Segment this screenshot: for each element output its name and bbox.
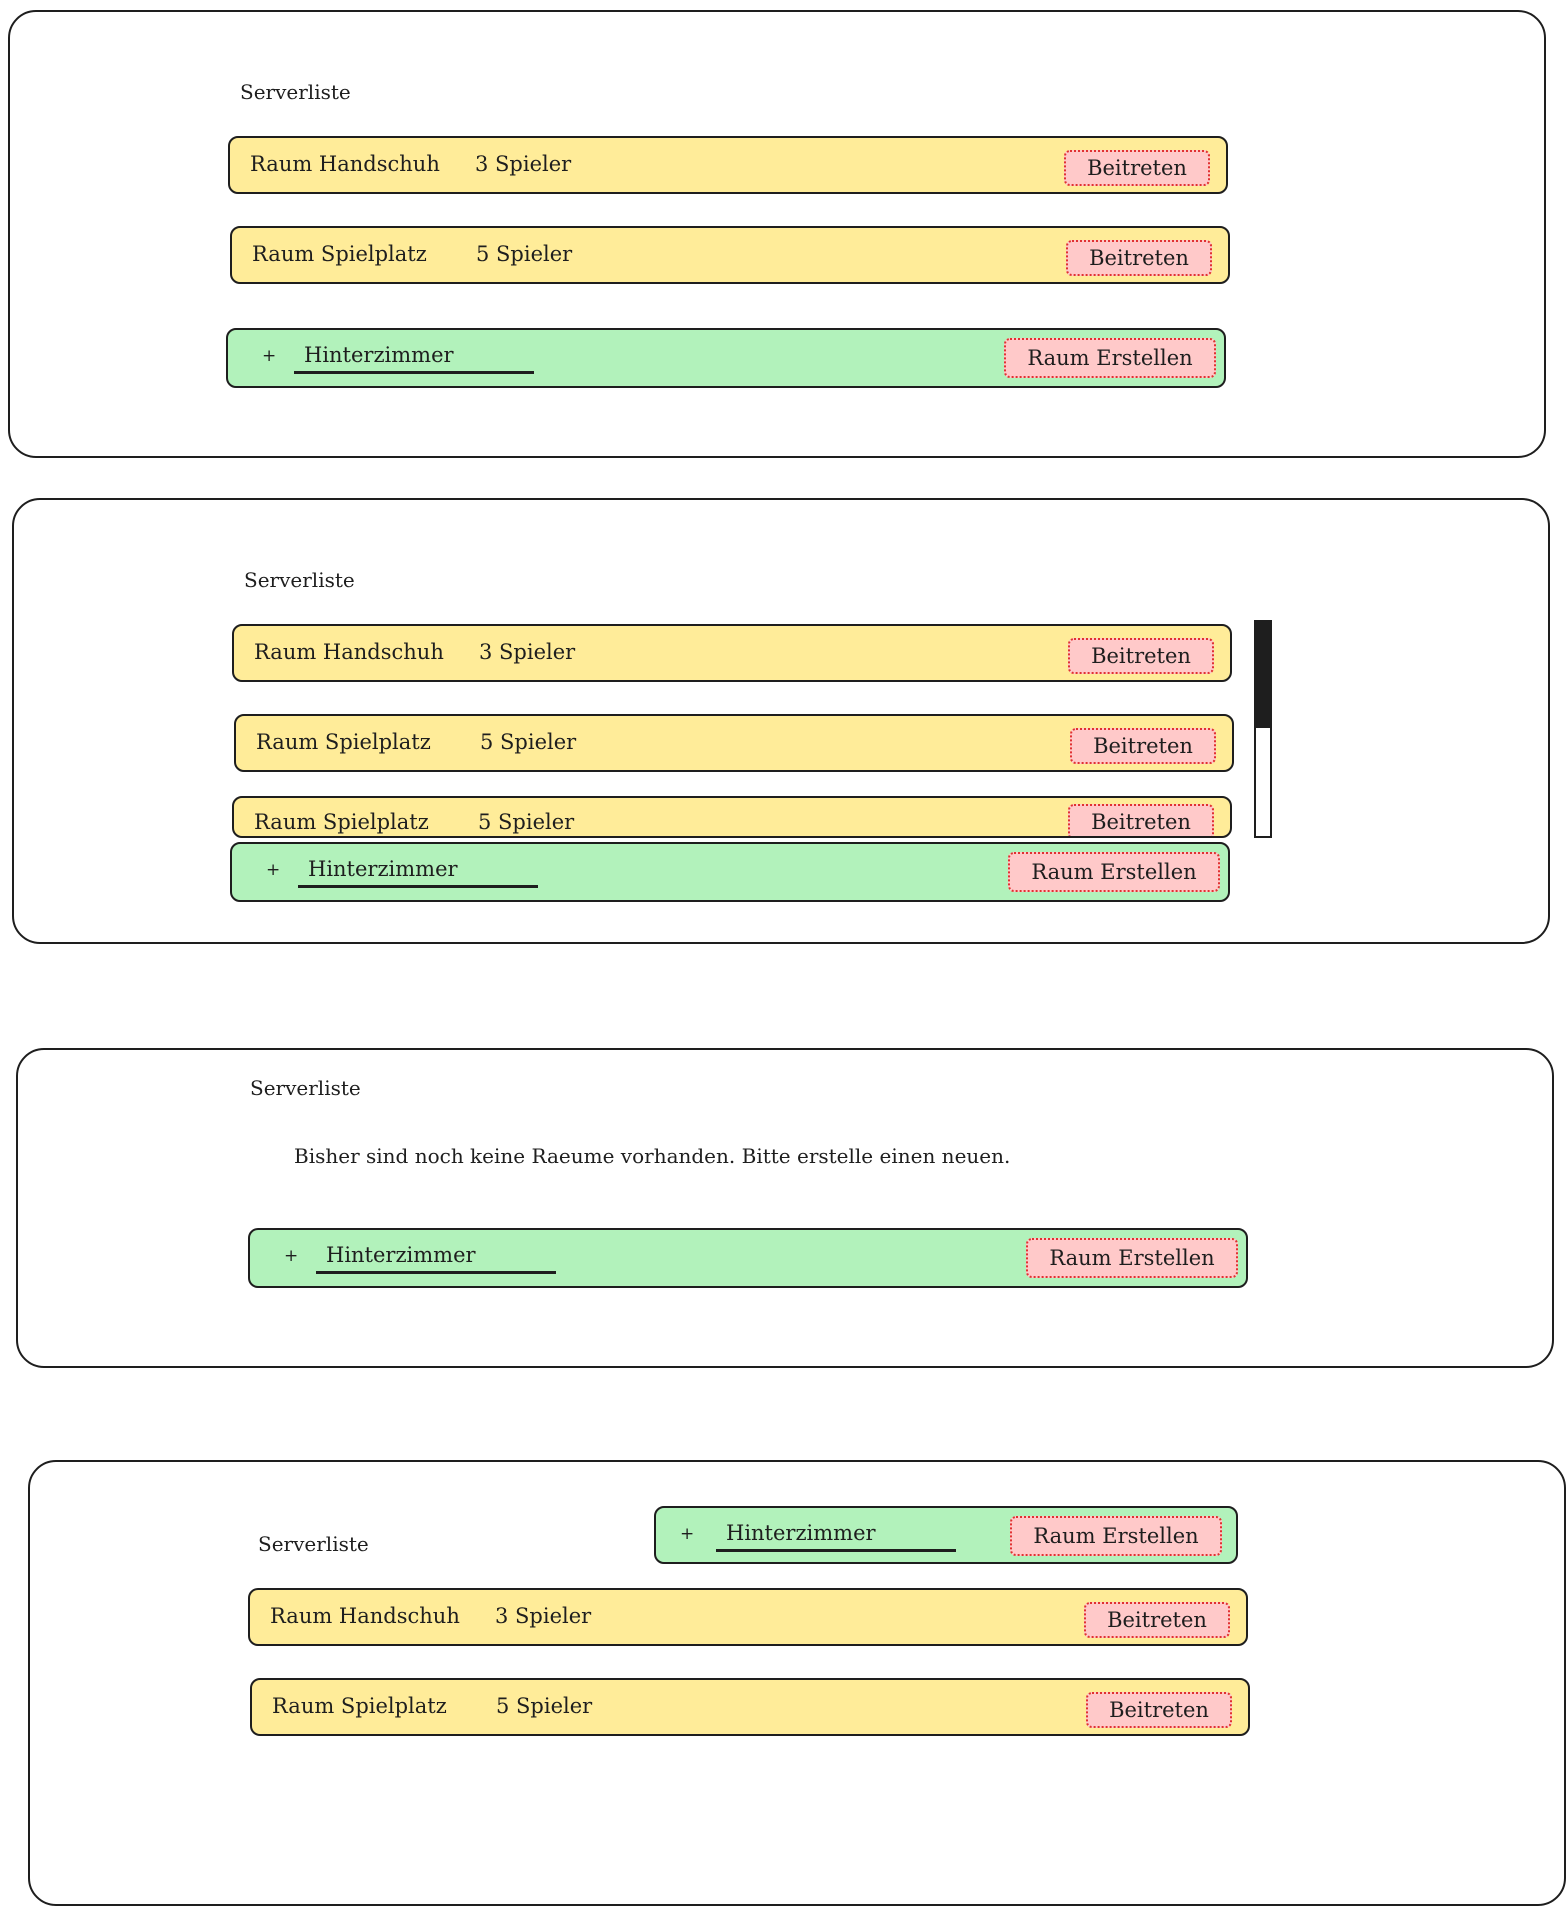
room-name: Raum Handschuh <box>270 1604 460 1628</box>
player-count: 3 Spieler <box>479 640 576 664</box>
join-button[interactable]: Beitreten <box>1070 728 1216 764</box>
room-row: Raum Handschuh 3 Spieler Beitreten <box>228 136 1228 194</box>
room-name: Raum Spielplatz <box>252 242 427 266</box>
player-count: 5 Spieler <box>480 730 577 754</box>
panel-title: Serverliste <box>258 1532 369 1556</box>
room-row: Raum Handschuh 3 Spieler Beitreten <box>232 624 1232 682</box>
room-row: Raum Spielplatz 5 Spieler Beitreten <box>234 714 1234 772</box>
player-count: 5 Spieler <box>476 242 573 266</box>
room-row-partial: Raum Spielplatz 5 Spieler Beitreten <box>232 796 1232 838</box>
room-name-input[interactable] <box>294 338 534 374</box>
join-button[interactable]: Beitreten <box>1068 804 1214 836</box>
create-room-row: + Raum Erstellen <box>226 328 1226 388</box>
create-room-button[interactable]: Raum Erstellen <box>1026 1238 1238 1278</box>
join-button[interactable]: Beitreten <box>1064 150 1210 186</box>
panel-title: Serverliste <box>250 1076 361 1100</box>
serverlist-panel-3: Serverliste Bisher sind noch keine Raeum… <box>16 1048 1554 1368</box>
player-count: 3 Spieler <box>475 152 572 176</box>
plus-icon: + <box>284 1246 299 1266</box>
join-button[interactable]: Beitreten <box>1068 638 1214 674</box>
create-room-row: + Raum Erstellen <box>230 842 1230 902</box>
plus-icon: + <box>680 1524 695 1544</box>
player-count: 5 Spieler <box>478 810 575 834</box>
create-room-row: + Raum Erstellen <box>248 1228 1248 1288</box>
plus-icon: + <box>266 860 281 880</box>
room-row: Raum Handschuh 3 Spieler Beitreten <box>248 1588 1248 1646</box>
serverlist-panel-4: Serverliste + Raum Erstellen Raum Handsc… <box>28 1460 1566 1906</box>
create-room-button[interactable]: Raum Erstellen <box>1004 338 1216 378</box>
scrollbar-thumb[interactable] <box>1256 622 1270 728</box>
create-room-button[interactable]: Raum Erstellen <box>1008 852 1220 892</box>
room-name: Raum Spielplatz <box>256 730 431 754</box>
panel-title: Serverliste <box>244 568 355 592</box>
room-name-input[interactable] <box>298 852 538 888</box>
join-button[interactable]: Beitreten <box>1066 240 1212 276</box>
join-button[interactable]: Beitreten <box>1086 1692 1232 1728</box>
serverlist-panel-1: Serverliste Raum Handschuh 3 Spieler Bei… <box>8 10 1546 458</box>
room-row: Raum Spielplatz 5 Spieler Beitreten <box>230 226 1230 284</box>
room-name-input[interactable] <box>716 1516 956 1552</box>
serverlist-panel-2: Serverliste Raum Handschuh 3 Spieler Bei… <box>12 498 1550 944</box>
room-name: Raum Spielplatz <box>254 810 429 834</box>
panel-title: Serverliste <box>240 80 351 104</box>
create-room-row: + Raum Erstellen <box>654 1506 1238 1564</box>
player-count: 5 Spieler <box>496 1694 593 1718</box>
plus-icon: + <box>262 346 277 366</box>
room-name: Raum Spielplatz <box>272 1694 447 1718</box>
empty-list-message: Bisher sind noch keine Raeume vorhanden.… <box>294 1144 1011 1168</box>
room-list-scrollbar[interactable] <box>1254 620 1272 838</box>
room-name: Raum Handschuh <box>250 152 440 176</box>
room-row: Raum Spielplatz 5 Spieler Beitreten <box>250 1678 1250 1736</box>
player-count: 3 Spieler <box>495 1604 592 1628</box>
create-room-button[interactable]: Raum Erstellen <box>1010 1516 1222 1556</box>
room-name-input[interactable] <box>316 1238 556 1274</box>
room-name: Raum Handschuh <box>254 640 444 664</box>
join-button[interactable]: Beitreten <box>1084 1602 1230 1638</box>
